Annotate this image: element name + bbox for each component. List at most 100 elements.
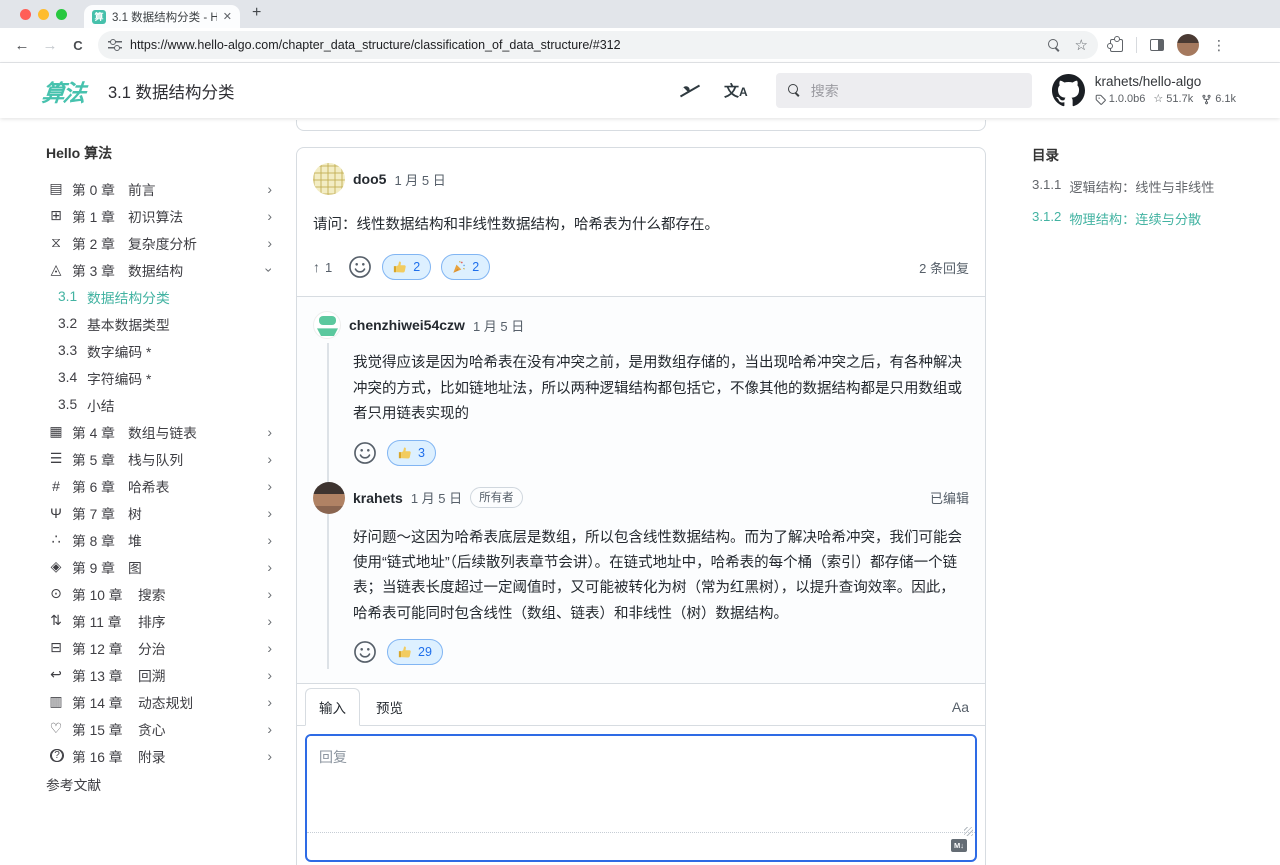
sidebar-item-references[interactable]: 参考文献 xyxy=(46,770,286,797)
chevron-right-icon[interactable]: › xyxy=(267,181,272,197)
url-text[interactable]: https://www.hello-algo.com/chapter_data_… xyxy=(130,38,1040,52)
add-reaction-button[interactable] xyxy=(353,640,377,664)
repo-forks: 6.1k xyxy=(1215,93,1236,107)
tab-close-icon[interactable]: ✕ xyxy=(223,10,232,23)
extensions-icon[interactable] xyxy=(1110,39,1123,52)
chevron-right-icon[interactable]: › xyxy=(267,424,272,440)
github-repo-link[interactable]: krahets/hello-algo 1.0.0b6 ☆51.7k 6.1k xyxy=(1052,74,1236,107)
text-format-icon[interactable]: Aa xyxy=(952,699,969,725)
browser-menu-icon[interactable]: ⋮ xyxy=(1212,37,1226,54)
sidebar-item-hash-table[interactable]: # 第 6 章哈希表 › xyxy=(30,472,286,499)
bookmark-star-icon[interactable]: ☆ xyxy=(1075,36,1088,54)
side-panel-icon[interactable] xyxy=(1150,39,1164,51)
chevron-right-icon[interactable]: › xyxy=(267,451,272,467)
sidebar-item-graph[interactable]: ◈ 第 9 章图 › xyxy=(30,553,286,580)
chevron-right-icon[interactable]: › xyxy=(267,586,272,602)
sidebar-subitem-number-encoding[interactable]: 3.3数字编码 * xyxy=(30,337,286,364)
new-tab-button[interactable]: + xyxy=(252,4,261,22)
chevron-right-icon[interactable]: › xyxy=(267,559,272,575)
chevron-right-icon[interactable]: › xyxy=(267,613,272,629)
reaction-thumbs-up[interactable]: 2 xyxy=(382,254,431,280)
sidebar-item-searching[interactable]: ⊙ 第 10 章搜索 › xyxy=(30,580,286,607)
site-logo[interactable]: 算法 xyxy=(40,74,86,108)
reaction-party-popper[interactable]: 2 xyxy=(441,254,490,280)
translate-icon[interactable]: 文A xyxy=(724,80,748,101)
fork-icon xyxy=(1201,94,1212,105)
sidebar-item-tree[interactable]: Ψ 第 7 章树 › xyxy=(30,499,286,526)
stack-icon: ☰ xyxy=(46,450,66,467)
reply-author[interactable]: krahets xyxy=(353,490,403,506)
chevron-right-icon[interactable]: › xyxy=(267,721,272,737)
address-bar[interactable]: https://www.hello-algo.com/chapter_data_… xyxy=(98,31,1098,59)
site-settings-icon[interactable] xyxy=(108,40,122,50)
tab-preview[interactable]: 预览 xyxy=(360,689,419,725)
chevron-right-icon[interactable]: › xyxy=(267,748,272,764)
comment-author[interactable]: doo5 xyxy=(353,171,386,187)
browser-tab[interactable]: 算 3.1 数据结构分类 - Hello 算法 ✕ xyxy=(84,5,240,28)
sidebar-subitem-classification[interactable]: 3.1数据结构分类 xyxy=(30,283,286,310)
tab-write[interactable]: 输入 xyxy=(305,688,360,726)
minimize-window-button[interactable] xyxy=(38,9,49,20)
sidebar-subitem-summary[interactable]: 3.5小结 xyxy=(30,391,286,418)
search-input[interactable]: 搜索 xyxy=(776,73,1032,108)
chevron-right-icon[interactable]: › xyxy=(267,478,272,494)
chevron-right-icon[interactable]: › xyxy=(267,640,272,656)
reply-date[interactable]: 1 月 5 日 xyxy=(473,316,524,335)
back-icon[interactable]: ← xyxy=(8,37,36,54)
add-reaction-button[interactable] xyxy=(353,441,377,465)
avatar[interactable] xyxy=(313,311,341,339)
add-reaction-button[interactable] xyxy=(348,255,372,279)
chevron-right-icon[interactable]: › xyxy=(267,694,272,710)
chevron-right-icon[interactable]: › xyxy=(267,235,272,251)
reaction-thumbs-up[interactable]: 3 xyxy=(387,440,436,466)
reload-icon[interactable]: C xyxy=(64,38,92,53)
browser-profile-avatar[interactable] xyxy=(1177,34,1199,56)
sidebar-item-backtracking[interactable]: ↩ 第 13 章回溯 › xyxy=(30,661,286,688)
chevron-right-icon[interactable]: › xyxy=(267,208,272,224)
sidebar-item-intro-algorithm[interactable]: ⊞ 第 1 章初识算法 › xyxy=(30,202,286,229)
sidebar-item-dynamic-programming[interactable]: ▥ 第 14 章动态规划 › xyxy=(30,688,286,715)
sidebar-item-complexity[interactable]: ⧖ 第 2 章复杂度分析 › xyxy=(30,229,286,256)
chevron-right-icon[interactable]: › xyxy=(267,532,272,548)
toc-item-physical-structure[interactable]: 3.1.2物理结构：连续与分散 xyxy=(1032,209,1262,228)
sidebar-item-preface[interactable]: ▤ 第 0 章前言 › xyxy=(30,175,286,202)
toolbar-divider xyxy=(1136,37,1137,53)
chevron-right-icon[interactable]: › xyxy=(267,667,272,683)
close-window-button[interactable] xyxy=(20,9,31,20)
chevron-down-icon[interactable]: › xyxy=(262,267,278,272)
reply-form: 输入 预览 Aa M↓ 取消 回复 xyxy=(297,683,985,865)
forward-icon[interactable]: → xyxy=(36,37,64,54)
theme-toggle-icon[interactable] xyxy=(680,81,700,101)
repo-stars: 51.7k xyxy=(1166,93,1193,107)
toc-item-logical-structure[interactable]: 3.1.1逻辑结构：线性与非线性 xyxy=(1032,177,1262,196)
reaction-thumbs-up[interactable]: 29 xyxy=(387,639,443,665)
sidebar-item-greedy[interactable]: ♡ 第 15 章贪心 › xyxy=(30,715,286,742)
sidebar-item-data-structure[interactable]: ◬ 第 3 章数据结构 › xyxy=(30,256,286,283)
sidebar-item-array-linkedlist[interactable]: ▦ 第 4 章数组与链表 › xyxy=(30,418,286,445)
site-favicon: 算 xyxy=(92,10,106,24)
sidebar-subitem-char-encoding[interactable]: 3.4字符编码 * xyxy=(30,364,286,391)
sidebar-item-heap[interactable]: ∴ 第 8 章堆 › xyxy=(30,526,286,553)
comment-date[interactable]: 1 月 5 日 xyxy=(394,170,445,189)
chevron-right-icon[interactable]: › xyxy=(267,505,272,521)
zoom-page-icon[interactable] xyxy=(1048,39,1061,52)
maximize-window-button[interactable] xyxy=(56,9,67,20)
avatar[interactable] xyxy=(313,163,345,195)
sidebar-subitem-basic-types[interactable]: 3.2基本数据类型 xyxy=(30,310,286,337)
reply-textarea[interactable] xyxy=(307,736,975,832)
reply: chenzhiwei54czw 1 月 5 日 我觉得应该是因为哈希表在没有冲突… xyxy=(313,311,969,465)
thumbs-up-icon xyxy=(398,446,412,460)
reply-author[interactable]: chenzhiwei54czw xyxy=(349,317,465,333)
avatar[interactable] xyxy=(313,482,345,514)
sidebar-item-sorting[interactable]: ⇅ 第 11 章排序 › xyxy=(30,607,286,634)
upvote-arrow-icon: ↑ xyxy=(313,259,320,275)
resize-handle[interactable] xyxy=(964,827,973,836)
smiley-icon xyxy=(348,255,372,279)
sidebar-item-appendix[interactable]: ? 第 16 章附录 › xyxy=(30,742,286,769)
upvote-button[interactable]: ↑ 1 xyxy=(313,259,332,275)
reply-date[interactable]: 1 月 5 日 xyxy=(411,488,462,507)
question-circle-icon: ? xyxy=(46,749,66,763)
sidebar-item-stack-queue[interactable]: ☰ 第 5 章栈与队列 › xyxy=(30,445,286,472)
sidebar-item-divide-conquer[interactable]: ⊟ 第 12 章分治 › xyxy=(30,634,286,661)
star-icon: ☆ xyxy=(1153,93,1163,107)
